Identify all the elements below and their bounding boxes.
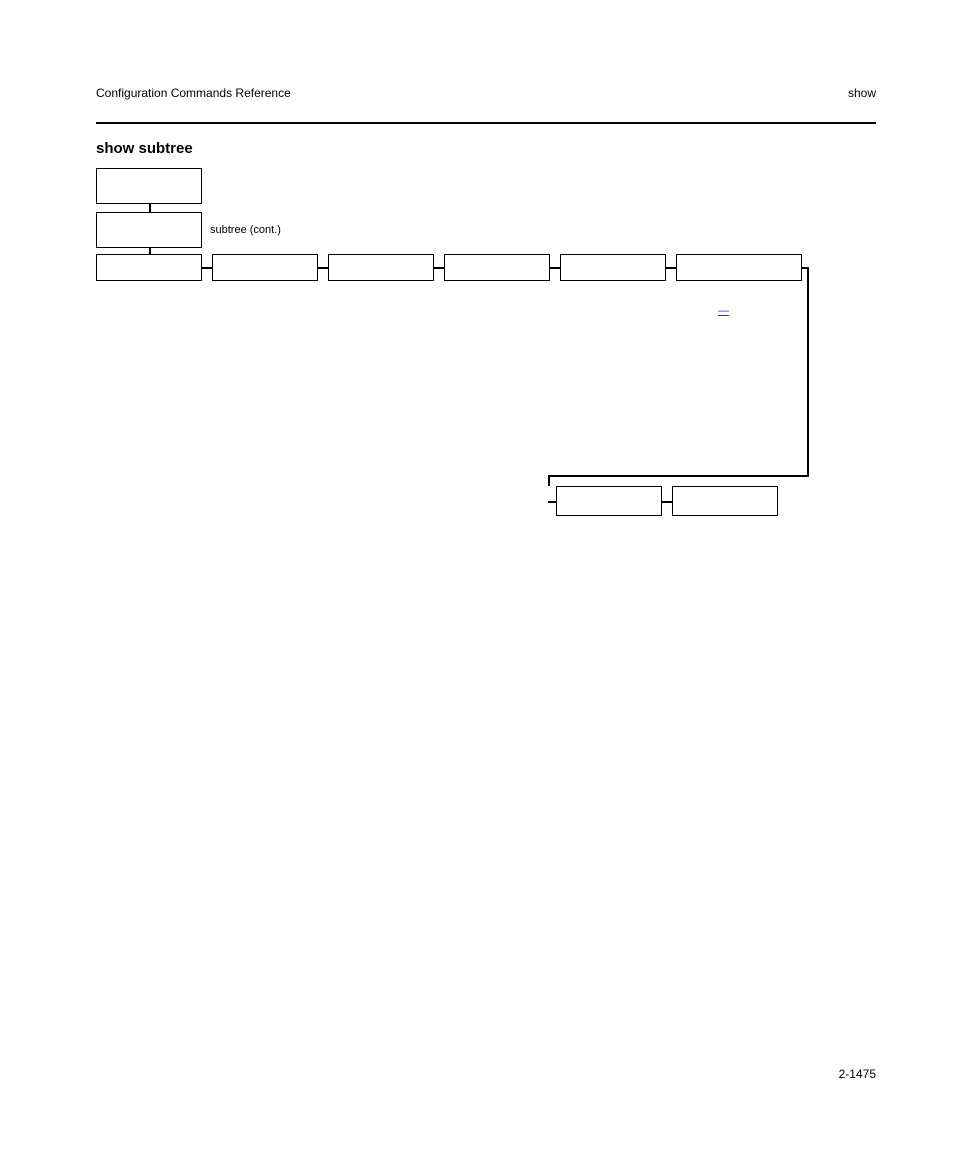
diagram-box-r3-3 bbox=[328, 254, 434, 281]
diagram-box-r3-5 bbox=[560, 254, 666, 281]
connector-right-drop bbox=[807, 267, 809, 475]
header-right: show bbox=[848, 86, 876, 100]
diagram-link-after-box6[interactable]: — bbox=[718, 305, 729, 317]
connector-row4-drop-left bbox=[548, 475, 550, 486]
connector-row4-top bbox=[548, 475, 809, 477]
header-divider bbox=[96, 122, 876, 124]
connector-r3-56 bbox=[666, 267, 676, 269]
connector-r3-34 bbox=[434, 267, 444, 269]
connector-r1-r2 bbox=[149, 204, 151, 212]
diagram-label-r2: subtree (cont.) bbox=[210, 224, 281, 236]
connector-row4-between bbox=[662, 501, 672, 503]
connector-r3-45 bbox=[550, 267, 560, 269]
diagram-box-r4-1 bbox=[556, 486, 662, 516]
page-number: 2-1475 bbox=[839, 1067, 876, 1081]
diagram-box-r3-1 bbox=[96, 254, 202, 281]
header-left: Configuration Commands Reference bbox=[96, 86, 291, 100]
diagram-box-r4-2 bbox=[672, 486, 778, 516]
diagram-box-r3-4 bbox=[444, 254, 550, 281]
connector-r3-12 bbox=[202, 267, 212, 269]
diagram-box-r1 bbox=[96, 168, 202, 204]
section-heading: show subtree bbox=[96, 140, 193, 157]
diagram-box-r2 bbox=[96, 212, 202, 248]
connector-row4-left-tick bbox=[548, 501, 556, 503]
connector-r3-23 bbox=[318, 267, 328, 269]
diagram-box-r3-6 bbox=[676, 254, 802, 281]
diagram-box-r3-2 bbox=[212, 254, 318, 281]
